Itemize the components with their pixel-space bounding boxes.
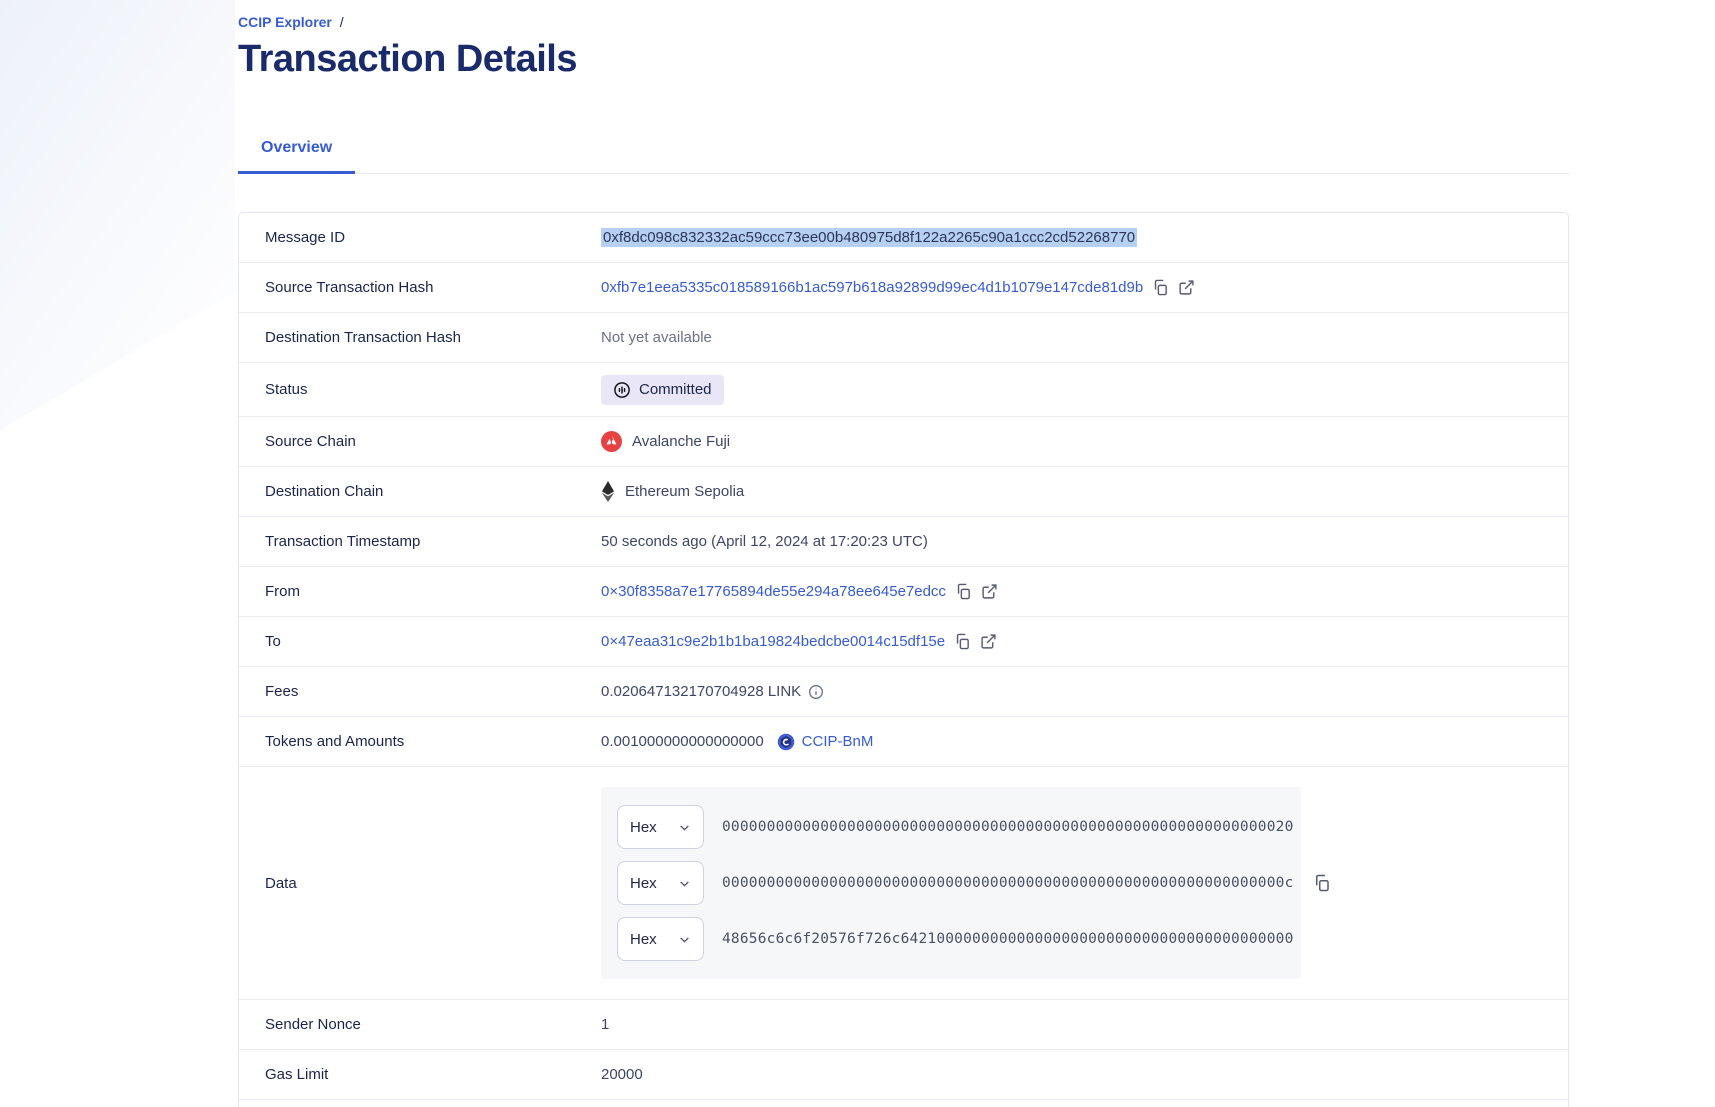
- token-link-label: CCIP-BnM: [802, 733, 874, 750]
- row-data: Data Hex 0000000000000000000000000000000…: [239, 767, 1568, 1000]
- hex-data-value: 0000000000000000000000000000000000000000…: [722, 875, 1294, 891]
- source-chain-value: Avalanche Fuji: [632, 433, 730, 450]
- row-destination-transaction-hash: Destination Transaction Hash Not yet ava…: [239, 313, 1568, 363]
- data-hex-box: Hex 000000000000000000000000000000000000…: [601, 787, 1301, 979]
- chevron-down-icon: [678, 821, 691, 834]
- dest-tx-hash-value: Not yet available: [601, 329, 712, 346]
- copy-icon[interactable]: [954, 633, 971, 650]
- hex-format-select[interactable]: Hex: [617, 861, 704, 905]
- hex-format-value: Hex: [630, 875, 657, 892]
- gas-limit-label: Gas Limit: [265, 1066, 601, 1083]
- row-transaction-timestamp: Transaction Timestamp 50 seconds ago (Ap…: [239, 517, 1568, 567]
- timestamp-value: 50 seconds ago (April 12, 2024 at 17:20:…: [601, 533, 928, 550]
- copy-icon[interactable]: [955, 583, 972, 600]
- main-content: CCIP Explorer / Transaction Details Over…: [238, 0, 1569, 1107]
- fees-label: Fees: [265, 683, 601, 700]
- dest-chain-value: Ethereum Sepolia: [625, 483, 744, 500]
- gas-limit-value: 20000: [601, 1066, 643, 1083]
- dest-chain-label: Destination Chain: [265, 483, 601, 500]
- row-source-chain: Source Chain Avalanche Fuji: [239, 417, 1568, 467]
- row-source-transaction-hash: Source Transaction Hash 0xfb7e1eea5335c0…: [239, 263, 1568, 313]
- token-link-ccip-bnm[interactable]: CCIP-BnM: [777, 733, 874, 751]
- hex-format-value: Hex: [630, 931, 657, 948]
- source-tx-hash-label: Source Transaction Hash: [265, 279, 601, 296]
- from-address-link[interactable]: 0×30f8358a7e17765894de55e294a78ee645e7ed…: [601, 583, 946, 600]
- sender-nonce-label: Sender Nonce: [265, 1016, 601, 1033]
- hex-line: Hex 48656c6c6f20576f726c6421000000000000…: [617, 917, 1285, 961]
- message-id-label: Message ID: [265, 229, 601, 246]
- hex-line: Hex 000000000000000000000000000000000000…: [617, 861, 1285, 905]
- source-tx-hash-link[interactable]: 0xfb7e1eea5335c018589166b1ac597b618a9289…: [601, 279, 1143, 296]
- row-sequence-number: Sequence Number 9495: [239, 1100, 1568, 1107]
- external-link-icon[interactable]: [980, 633, 997, 650]
- row-status: Status Committed: [239, 363, 1568, 417]
- source-chain-label: Source Chain: [265, 433, 601, 450]
- status-badge: Committed: [601, 375, 724, 405]
- page-title: Transaction Details: [238, 38, 1569, 81]
- to-address-link[interactable]: 0×47eaa31c9e2b1b1ba19824bedcbe0014c15df1…: [601, 633, 945, 650]
- external-link-icon[interactable]: [1178, 279, 1195, 296]
- to-label: To: [265, 633, 601, 650]
- committed-status-icon: [613, 381, 631, 399]
- tokens-label: Tokens and Amounts: [265, 733, 601, 750]
- transaction-details-card: Message ID 0xf8dc098c832332ac59ccc73ee00…: [238, 212, 1569, 1107]
- external-link-icon[interactable]: [981, 583, 998, 600]
- from-label: From: [265, 583, 601, 600]
- sender-nonce-value: 1: [601, 1016, 609, 1033]
- row-from: From 0×30f8358a7e17765894de55e294a78ee64…: [239, 567, 1568, 617]
- timestamp-label: Transaction Timestamp: [265, 533, 601, 550]
- status-badge-text: Committed: [639, 381, 712, 398]
- status-label: Status: [265, 381, 601, 398]
- breadcrumb-separator: /: [340, 14, 344, 30]
- breadcrumb: CCIP Explorer /: [238, 14, 1569, 30]
- tab-bar: Overview: [238, 129, 1569, 174]
- row-sender-nonce: Sender Nonce 1: [239, 1000, 1568, 1050]
- hex-format-select[interactable]: Hex: [617, 805, 704, 849]
- copy-icon[interactable]: [1313, 874, 1331, 892]
- message-id-value: 0xf8dc098c832332ac59ccc73ee00b480975d8f1…: [601, 228, 1137, 247]
- dest-tx-hash-label: Destination Transaction Hash: [265, 329, 601, 346]
- hex-line: Hex 000000000000000000000000000000000000…: [617, 805, 1285, 849]
- ethereum-sepolia-icon: [601, 481, 615, 502]
- row-fees: Fees 0.020647132170704928 LINK: [239, 667, 1568, 717]
- token-amount: 0.001000000000000000: [601, 733, 764, 750]
- data-label: Data: [265, 875, 601, 892]
- row-message-id: Message ID 0xf8dc098c832332ac59ccc73ee00…: [239, 213, 1568, 263]
- row-tokens-and-amounts: Tokens and Amounts 0.001000000000000000 …: [239, 717, 1568, 767]
- row-gas-limit: Gas Limit 20000: [239, 1050, 1568, 1100]
- hex-data-value: 0000000000000000000000000000000000000000…: [722, 819, 1294, 835]
- tab-overview[interactable]: Overview: [238, 129, 355, 174]
- decorative-corner-gradient: [0, 0, 235, 430]
- chevron-down-icon: [678, 933, 691, 946]
- row-destination-chain: Destination Chain Ethereum Sepolia: [239, 467, 1568, 517]
- hex-format-select[interactable]: Hex: [617, 917, 704, 961]
- row-to: To 0×47eaa31c9e2b1b1ba19824bedcbe0014c15…: [239, 617, 1568, 667]
- hex-data-value: 48656c6c6f20576f726c64210000000000000000…: [722, 931, 1294, 947]
- fees-value: 0.020647132170704928 LINK: [601, 683, 801, 700]
- avalanche-fuji-icon: [601, 431, 622, 452]
- copy-icon[interactable]: [1152, 279, 1169, 296]
- chevron-down-icon: [678, 877, 691, 890]
- info-icon[interactable]: [808, 684, 824, 700]
- hex-format-value: Hex: [630, 819, 657, 836]
- breadcrumb-link-ccip-explorer[interactable]: CCIP Explorer: [238, 14, 332, 30]
- ccip-bnm-token-icon: [777, 733, 795, 751]
